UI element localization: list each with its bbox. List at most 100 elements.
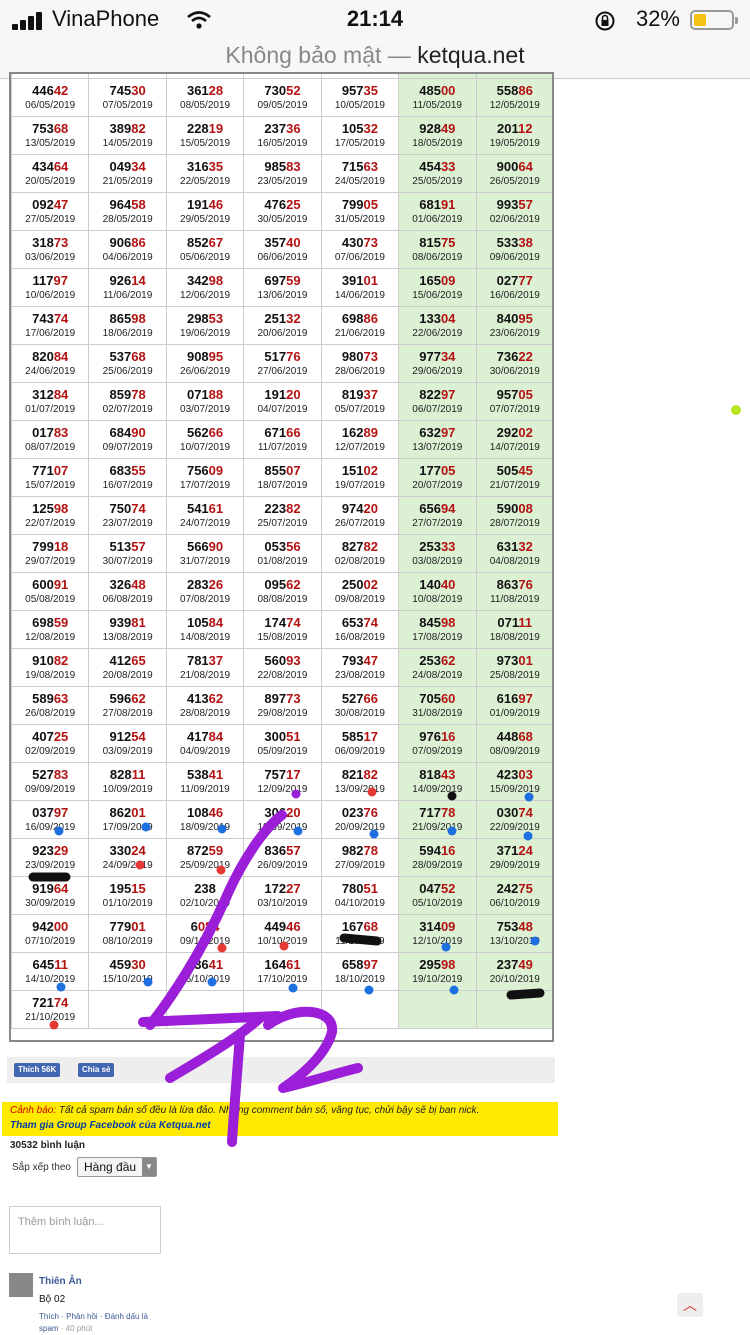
- result-number: 79905: [322, 197, 398, 213]
- result-date: 16/09/2019: [25, 822, 76, 833]
- result-cell: 56690 31/07/2019: [165, 534, 245, 573]
- result-cell: 31284 01/07/2019: [11, 382, 90, 421]
- result-prefix: 976: [419, 729, 441, 744]
- result-last-two: 02: [518, 425, 533, 440]
- result-prefix: 361: [186, 83, 209, 98]
- result-prefix: 912: [109, 729, 132, 744]
- result-number: 92849: [399, 121, 475, 137]
- result-prefix: 836: [186, 957, 209, 972]
- result-date: 29/09/2019: [489, 860, 540, 871]
- result-last-two: 56: [286, 539, 301, 554]
- facebook-share-button[interactable]: Chia sẻ: [78, 1063, 115, 1077]
- result-cell: 75717 12/09/2019: [243, 762, 322, 801]
- result-cell: 53841 11/09/2019: [165, 762, 245, 801]
- result-number: 16509: [399, 273, 475, 289]
- result-date: 02/06/2019: [489, 214, 540, 225]
- result-number: 31409: [399, 919, 475, 935]
- result-last-two: 20: [286, 805, 301, 820]
- result-prefix: 745: [109, 83, 132, 98]
- result-last-two: 84: [208, 615, 224, 630]
- result-number: 47625: [244, 197, 320, 213]
- result-date: 05/05/2019: [477, 74, 552, 78]
- result-date: 07/07/2019: [489, 404, 540, 415]
- result-last-two: 37: [363, 387, 378, 402]
- result-date: 11/07/2019: [257, 442, 308, 453]
- result-number: 16768: [322, 919, 398, 935]
- result-prefix: 537: [109, 349, 132, 364]
- result-number: 28326: [167, 577, 243, 593]
- result-date: 21/10/2019: [25, 1012, 76, 1023]
- result-last-two: 59: [208, 843, 224, 858]
- facebook-group-link[interactable]: Tham gia Group Facebook của Ketqua.net: [10, 1120, 211, 1131]
- result-cell: 16509 15/06/2019: [398, 268, 477, 307]
- result-prefix: 071: [186, 387, 209, 402]
- result-last-two: 40: [286, 235, 301, 250]
- result-last-two: 46: [208, 805, 224, 820]
- result-cell: 29598 19/10/2019: [398, 952, 477, 991]
- result-cell: [243, 990, 322, 1029]
- result-prefix: 974: [341, 501, 364, 516]
- result-date: 10/10/2019: [257, 936, 308, 947]
- result-number: 77901: [89, 919, 165, 935]
- result-cell: 238 02/10/2019: [165, 876, 245, 915]
- comment-actions[interactable]: Thích · Phản hồi · Đánh dấu là spam · 40…: [39, 1311, 169, 1335]
- result-last-two: 82: [363, 539, 378, 554]
- table-row: 40725 02/09/2019 91254 03/09/2019 41784 04/09…: [11, 724, 552, 763]
- result-date: 08/07/2019: [25, 442, 76, 453]
- result-date: 27/09/2019: [334, 860, 385, 871]
- result-prefix: 698: [341, 311, 364, 326]
- result-number: 97301: [477, 653, 552, 669]
- avatar[interactable]: [9, 1273, 33, 1297]
- result-last-two: 54: [131, 729, 146, 744]
- result-prefix: 653: [341, 615, 364, 630]
- result-number: 29598: [399, 957, 475, 973]
- result-prefix: 923: [32, 843, 54, 858]
- result-date: 13/09/2019: [334, 784, 385, 795]
- result-prefix: 283: [186, 577, 209, 592]
- result-date: 17/08/2019: [412, 632, 463, 643]
- result-number: 55886: [477, 83, 552, 99]
- result-prefix: 412: [109, 653, 132, 668]
- result-last-two: 84: [208, 729, 224, 744]
- result-number: 60091: [12, 577, 88, 593]
- result-date: 05/09/2019: [257, 746, 308, 757]
- result-date: 29/05/2019: [180, 214, 231, 225]
- result-date: 12/10/2019: [412, 936, 463, 947]
- result-cell: 07111 18/08/2019: [475, 610, 552, 649]
- result-date: 06/09/2019: [334, 746, 385, 757]
- result-cell: 02777 16/06/2019: [475, 268, 552, 307]
- result-date: 24/08/2019: [412, 670, 463, 681]
- result-cell: 38982 14/05/2019: [88, 116, 167, 155]
- result-cell: 17474 15/08/2019: [243, 610, 322, 649]
- result-prefix: 828: [109, 767, 132, 782]
- result-prefix: 030: [496, 805, 519, 820]
- result-cell: 98278 27/09/2019: [320, 838, 400, 877]
- comment-input[interactable]: Thêm bình luận...: [9, 1206, 161, 1254]
- result-date: 16/07/2019: [102, 480, 153, 491]
- comment-author[interactable]: Thiên Ân: [39, 1276, 82, 1287]
- sort-select[interactable]: Hàng đầu ▼: [77, 1157, 157, 1177]
- result-date: 12/07/2019: [334, 442, 385, 453]
- comment-action-links[interactable]: Thích · Phản hồi · Đánh dấu là spam: [39, 1312, 148, 1333]
- result-prefix: 092: [32, 197, 54, 212]
- result-last-two: 73: [53, 235, 69, 250]
- facebook-like-button[interactable]: Thích 56K: [14, 1063, 61, 1077]
- result-last-two: 32: [363, 121, 378, 136]
- result-number: 34298: [167, 273, 243, 289]
- result-prefix: 753: [32, 121, 54, 136]
- result-cell: 11797 10/06/2019: [11, 268, 90, 307]
- result-number: 79347: [322, 653, 398, 669]
- result-number: 23749: [477, 957, 552, 973]
- result-cell: 43464 20/05/2019: [11, 154, 90, 193]
- scroll-top-button[interactable]: ︿: [677, 1293, 703, 1317]
- result-date: 11/10/2019: [335, 936, 385, 947]
- result-cell: 72174 21/10/2019: [11, 990, 90, 1029]
- result-prefix: 140: [419, 577, 441, 592]
- result-cell: 32648 06/08/2019: [88, 572, 167, 611]
- result-number: 03074: [477, 805, 552, 821]
- result-date: 04/06/2019: [102, 252, 153, 263]
- result-date: 01/08/2019: [257, 556, 308, 567]
- result-number: 10584: [167, 615, 243, 631]
- result-number: 75368: [12, 121, 88, 137]
- result-cell: 41362 28/08/2019: [165, 686, 245, 725]
